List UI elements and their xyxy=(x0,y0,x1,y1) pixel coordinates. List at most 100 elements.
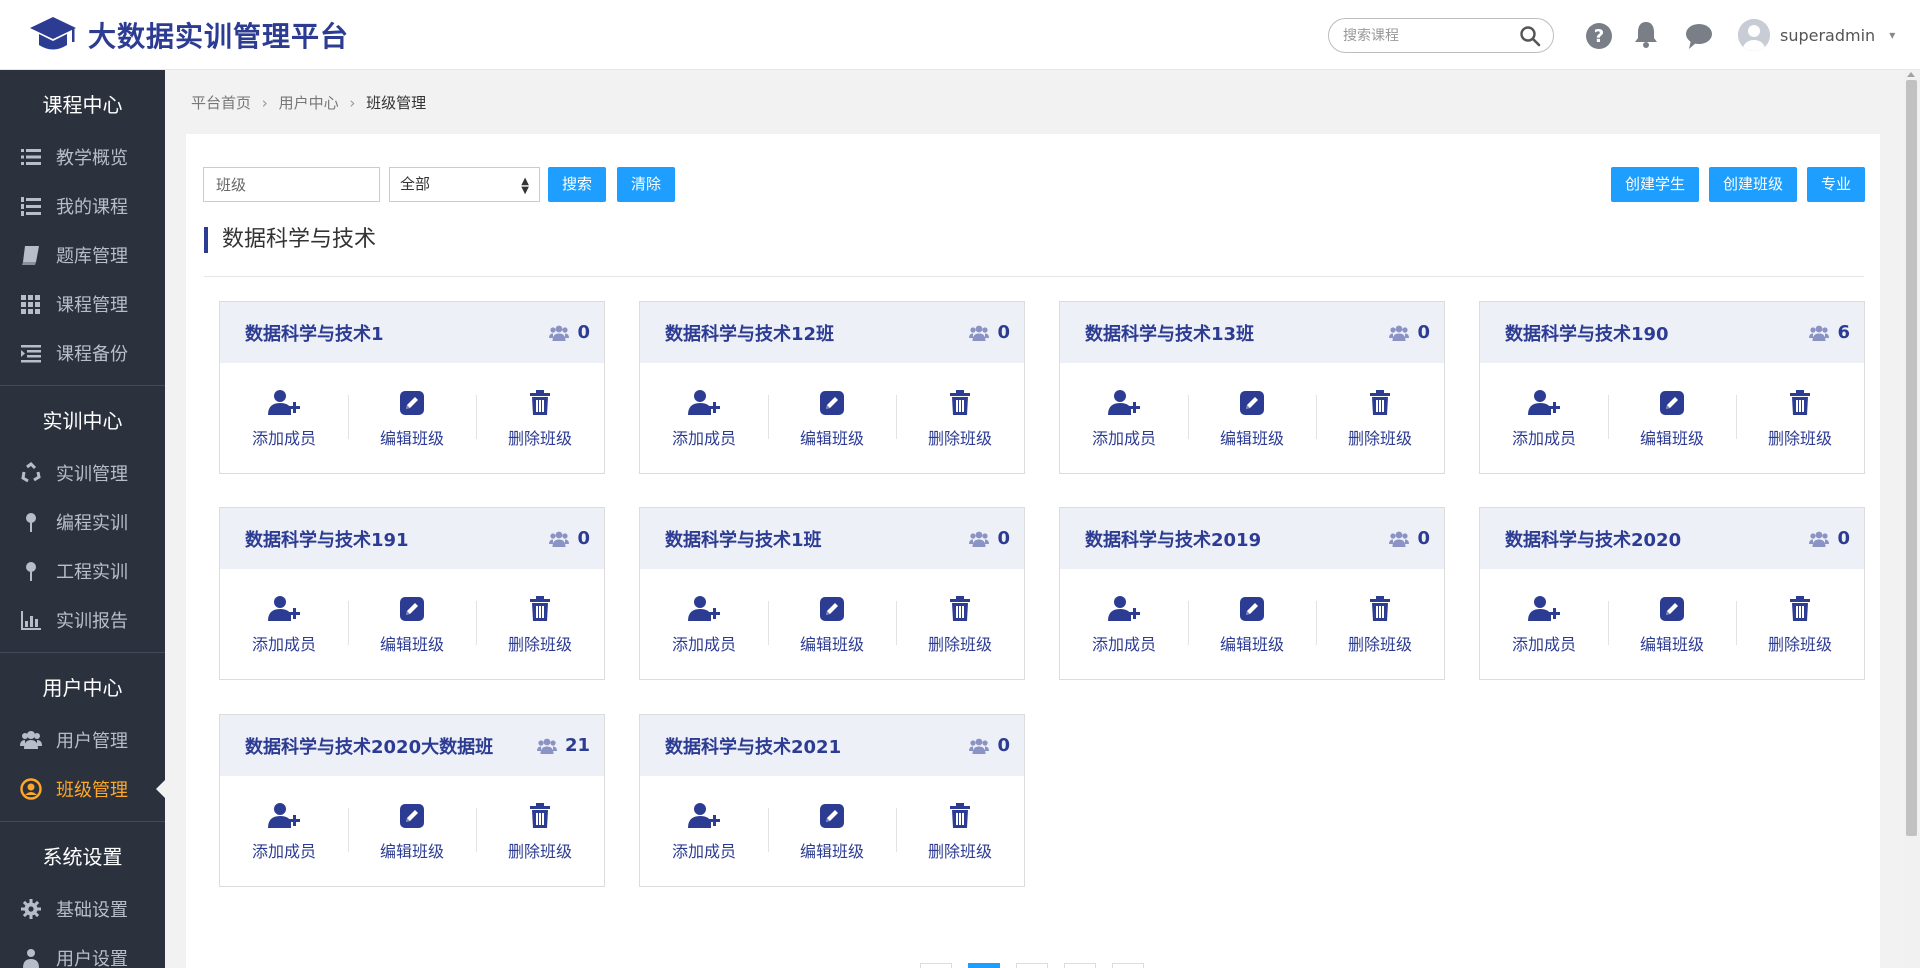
chat-icon[interactable] xyxy=(1685,22,1713,50)
delete-class-action[interactable]: 删除班级 xyxy=(896,595,1024,679)
logo[interactable]: 大数据实训管理平台 xyxy=(28,14,349,56)
add-member-action[interactable]: 添加成员 xyxy=(220,595,348,679)
breadcrumb-user-center[interactable]: 用户中心 xyxy=(279,94,339,112)
main-panel: 全部 ▲▼ 搜索 清除 创建学生 创建班级 专业 数据科学与技术 数据科学与技术… xyxy=(186,134,1880,968)
edit-class-action[interactable]: 编辑班级 xyxy=(768,389,896,473)
delete-class-action[interactable]: 删除班级 xyxy=(1316,595,1444,679)
course-search-input[interactable] xyxy=(1343,25,1513,47)
sidebar-item-training-report[interactable]: 实训报告 xyxy=(0,595,165,644)
class-name[interactable]: 数据科学与技术191 xyxy=(245,526,409,552)
add-member-action[interactable]: 添加成员 xyxy=(220,389,348,473)
sidebar-item-user-management[interactable]: 用户管理 xyxy=(0,715,165,764)
trash-icon xyxy=(1790,390,1810,415)
sidebar-item-basic-settings[interactable]: 基础设置 xyxy=(0,884,165,933)
search-button[interactable]: 搜索 xyxy=(548,167,606,202)
search-icon[interactable] xyxy=(1519,25,1541,47)
section-divider xyxy=(204,276,1864,277)
clear-button[interactable]: 清除 xyxy=(617,167,675,202)
help-icon[interactable]: ? xyxy=(1585,22,1613,50)
class-card-header: 数据科学与技术1 0 xyxy=(220,302,604,363)
trash-icon xyxy=(950,803,970,828)
sidebar-item-label: 基础设置 xyxy=(56,899,128,921)
pager-page-active[interactable] xyxy=(968,963,1000,968)
class-name[interactable]: 数据科学与技术13班 xyxy=(1085,320,1254,346)
class-card-header: 数据科学与技术2020大数据班 21 xyxy=(220,715,604,776)
edit-class-action-icon xyxy=(1655,389,1689,417)
add-member-action[interactable]: 添加成员 xyxy=(1060,595,1188,679)
add-member-action[interactable]: 添加成员 xyxy=(220,802,348,886)
delete-class-action[interactable]: 删除班级 xyxy=(1316,389,1444,473)
delete-class-action[interactable]: 删除班级 xyxy=(1736,389,1864,473)
sidebar-item-course-backup[interactable]: 课程备份 xyxy=(0,328,165,377)
class-name[interactable]: 数据科学与技术1班 xyxy=(665,526,822,552)
class-card-header: 数据科学与技术191 0 xyxy=(220,508,604,569)
sidebar-item-course-management[interactable]: 课程管理 xyxy=(0,279,165,328)
add-member-action[interactable]: 添加成员 xyxy=(1060,389,1188,473)
delete-class-action[interactable]: 删除班级 xyxy=(476,595,604,679)
edit-class-action[interactable]: 编辑班级 xyxy=(1608,595,1736,679)
class-name[interactable]: 数据科学与技术1 xyxy=(245,320,384,346)
sidebar-item-training-management[interactable]: 实训管理 xyxy=(0,448,165,497)
create-class-button[interactable]: 创建班级 xyxy=(1709,167,1797,202)
class-name[interactable]: 数据科学与技术2020 xyxy=(1505,526,1681,552)
scrollbar-thumb[interactable] xyxy=(1906,80,1917,836)
class-name[interactable]: 数据科学与技术190 xyxy=(1505,320,1669,346)
class-filter-input[interactable] xyxy=(203,167,380,202)
bell-icon[interactable] xyxy=(1632,20,1660,48)
sidebar-item-question-bank[interactable]: 题库管理 xyxy=(0,230,165,279)
add-member-action[interactable]: 添加成员 xyxy=(640,389,768,473)
pager-page[interactable] xyxy=(1016,963,1048,968)
indent-list-icon xyxy=(20,342,42,364)
sidebar-item-engineering-training[interactable]: 工程实训 xyxy=(0,546,165,595)
class-name[interactable]: 数据科学与技术2020大数据班 xyxy=(245,733,493,759)
user-menu[interactable]: superadmin ▾ xyxy=(1738,18,1895,52)
add-member-action[interactable]: 添加成员 xyxy=(640,802,768,886)
users-icon xyxy=(549,531,570,547)
list-icon xyxy=(20,146,42,168)
edit-class-action[interactable]: 编辑班级 xyxy=(348,595,476,679)
member-count: 0 xyxy=(1389,322,1430,343)
delete-class-action-label: 删除班级 xyxy=(927,429,992,448)
edit-class-action[interactable]: 编辑班级 xyxy=(768,595,896,679)
class-name[interactable]: 数据科学与技术12班 xyxy=(665,320,834,346)
pager-page[interactable] xyxy=(1064,963,1096,968)
sidebar-item-class-management[interactable]: 班级管理 xyxy=(0,764,165,813)
major-button[interactable]: 专业 xyxy=(1807,167,1865,202)
edit-class-action[interactable]: 编辑班级 xyxy=(348,802,476,886)
breadcrumb-home[interactable]: 平台首页 xyxy=(191,94,251,112)
edit-class-action[interactable]: 编辑班级 xyxy=(348,389,476,473)
class-card: 数据科学与技术1 0 添加成员 编辑班级 删除班级 xyxy=(219,301,605,474)
major-select[interactable]: 全部 ▲ ▼ xyxy=(389,167,540,202)
create-student-button[interactable]: 创建学生 xyxy=(1611,167,1699,202)
course-search xyxy=(1328,18,1554,53)
users-icon xyxy=(536,738,557,754)
delete-class-action[interactable]: 删除班级 xyxy=(476,802,604,886)
delete-class-action[interactable]: 删除班级 xyxy=(896,389,1024,473)
add-member-action[interactable]: 添加成员 xyxy=(1480,595,1608,679)
edit-class-action[interactable]: 编辑班级 xyxy=(1188,389,1316,473)
sidebar-item-programming-training[interactable]: 编程实训 xyxy=(0,497,165,546)
class-name[interactable]: 数据科学与技术2021 xyxy=(665,733,841,759)
edit-class-action[interactable]: 编辑班级 xyxy=(1188,595,1316,679)
edit-class-action[interactable]: 编辑班级 xyxy=(768,802,896,886)
add-member-action[interactable]: 添加成员 xyxy=(1480,389,1608,473)
sidebar-item-teaching-overview[interactable]: 教学概览 xyxy=(0,132,165,181)
edit-class-action-icon xyxy=(1655,595,1689,623)
users-icon xyxy=(1809,325,1830,341)
pager-next[interactable] xyxy=(1112,963,1144,968)
recycle-icon xyxy=(20,461,42,484)
class-name[interactable]: 数据科学与技术2019 xyxy=(1085,526,1261,552)
sidebar-item-user-settings[interactable]: 用户设置 xyxy=(0,933,165,968)
member-count-value: 0 xyxy=(997,528,1010,549)
scroll-up-arrow-icon[interactable] xyxy=(1907,72,1915,77)
sidebar-item-my-courses[interactable]: 我的课程 xyxy=(0,181,165,230)
page-scrollbar[interactable] xyxy=(1903,70,1920,968)
delete-class-action[interactable]: 删除班级 xyxy=(896,802,1024,886)
delete-class-action[interactable]: 删除班级 xyxy=(476,389,604,473)
add-user-icon xyxy=(268,390,300,415)
add-member-action[interactable]: 添加成员 xyxy=(640,595,768,679)
sidebar-item-label: 课程备份 xyxy=(56,343,128,365)
delete-class-action[interactable]: 删除班级 xyxy=(1736,595,1864,679)
pager-prev[interactable] xyxy=(920,963,952,968)
edit-class-action[interactable]: 编辑班级 xyxy=(1608,389,1736,473)
